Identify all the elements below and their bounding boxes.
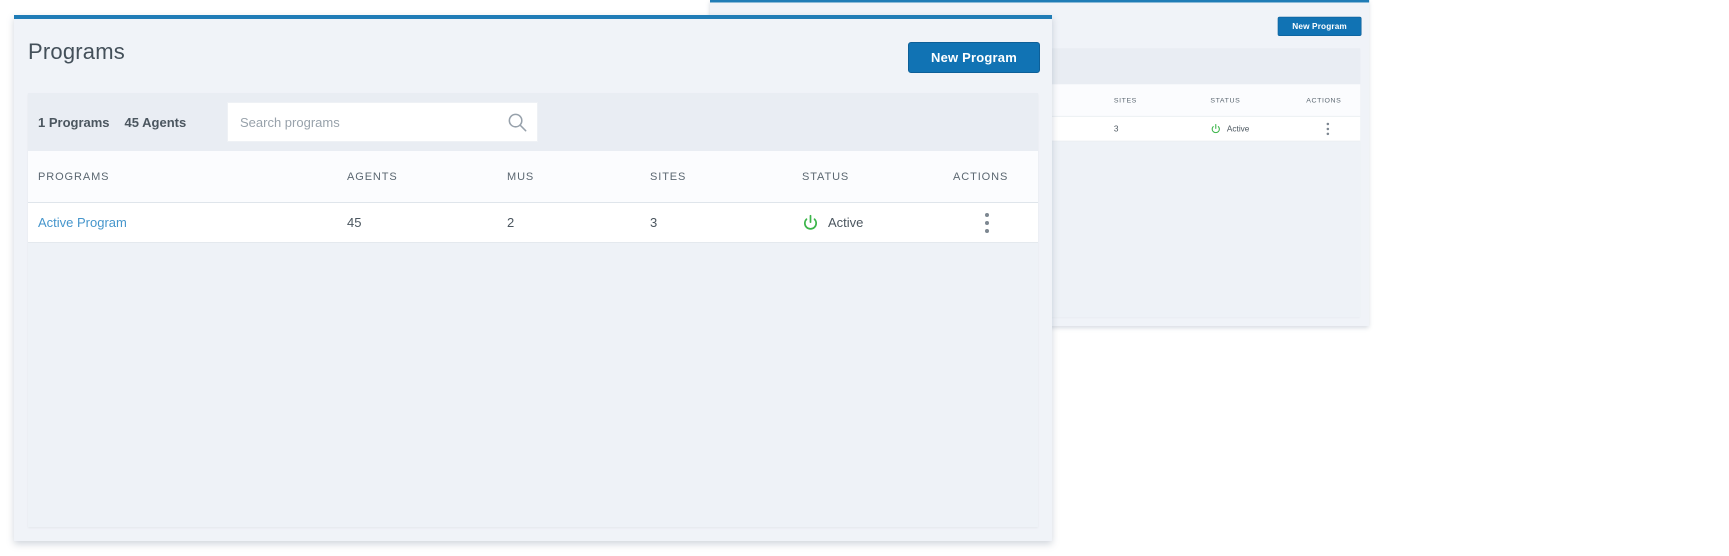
cell-mus: 2 [507,203,514,242]
search-input[interactable] [228,103,537,141]
search-box [227,102,538,142]
cell-sites: 3 [1114,117,1119,141]
status-badge: Active [802,203,863,242]
table-row: Active Program 45 2 3 Active [28,203,1038,243]
program-link[interactable]: Active Program [38,215,127,230]
column-header-status: STATUS [1210,84,1240,116]
agents-count: 45 Agents [125,115,187,130]
column-header-mus: MUS [507,151,534,202]
power-icon [802,214,819,231]
kebab-dot [985,221,989,225]
column-header-status: STATUS [802,151,849,202]
status-label: Active [828,215,863,230]
cell-agents: 45 [347,203,361,242]
row-actions-button[interactable] [1320,117,1337,141]
status-badge: Active [1210,117,1249,141]
search-icon [506,111,529,134]
status-label: Active [1227,124,1249,133]
cell-program: Active Program [38,203,127,242]
page-title: Programs [28,39,125,65]
column-header-programs: PROGRAMS [38,151,109,202]
power-icon [1210,123,1221,134]
column-header-actions: ACTIONS [953,151,1008,202]
column-header-sites: SITES [650,151,686,202]
kebab-dot [1327,122,1330,124]
row-actions-button[interactable] [974,203,1000,242]
kebab-dot [1327,127,1330,129]
new-program-button[interactable]: New Program [1278,17,1362,36]
main-window: Programs New Program 1 Programs 45 Agent… [14,15,1052,541]
programs-card: 1 Programs 45 Agents PROGRAMS AGENTS MUS… [28,93,1038,527]
new-program-button[interactable]: New Program [908,42,1040,73]
kebab-dot [985,213,989,217]
column-header-agents: AGENTS [347,151,398,202]
programs-count: 1 Programs [38,115,110,130]
kebab-dot [985,229,989,233]
column-header-actions: ACTIONS [1306,84,1341,116]
cell-sites: 3 [650,203,657,242]
toolbar: 1 Programs 45 Agents [28,93,1038,151]
panel-header: Programs New Program [14,19,1052,93]
kebab-dot [1327,132,1330,134]
column-header-sites: SITES [1114,84,1137,116]
table-header-row: PROGRAMS AGENTS MUS SITES STATUS ACTIONS [28,151,1038,203]
programs-panel: Programs New Program 1 Programs 45 Agent… [14,15,1052,541]
